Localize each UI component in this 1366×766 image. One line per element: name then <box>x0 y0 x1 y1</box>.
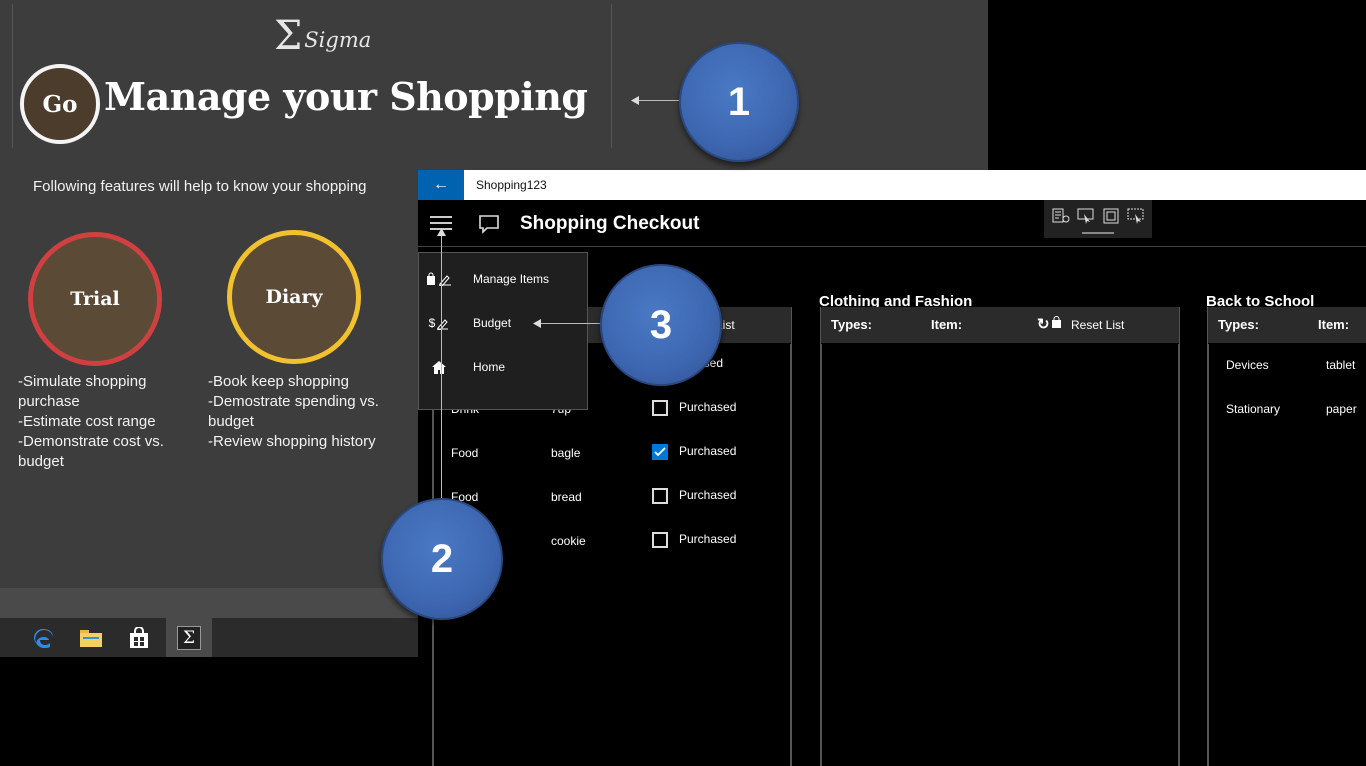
file-explorer-icon[interactable] <box>68 618 114 657</box>
dollar-glyph: $ <box>428 316 436 330</box>
menu-label: Budget <box>473 316 512 330</box>
manage-items-icon <box>419 272 459 286</box>
diary-button[interactable]: Diary <box>227 230 361 364</box>
check-icon <box>654 447 666 457</box>
row-item: cookie <box>551 534 586 548</box>
features-intro: Following features will help to know you… <box>33 178 367 195</box>
sigma-symbol: Σ <box>274 13 303 59</box>
edge-icon[interactable] <box>20 618 66 657</box>
menu-item-home[interactable]: Home <box>419 347 587 387</box>
callout-arrow-line <box>538 323 602 324</box>
arrow-head-icon <box>631 96 639 105</box>
live-tree-icon[interactable] <box>1052 208 1070 224</box>
toolbar-grip[interactable] <box>1082 232 1114 234</box>
refresh-icon[interactable]: ↻ <box>1037 315 1050 333</box>
display-adorners-icon[interactable] <box>1102 208 1120 224</box>
menu-label: Home <box>473 360 506 374</box>
diary-feature: -Demostrate spending vs. budget <box>208 393 379 430</box>
trial-feature: -Simulate shopping purchase <box>18 373 147 410</box>
callout-arrow-line <box>634 100 680 101</box>
window-bottom-strip <box>0 588 418 618</box>
header-divider <box>418 246 1366 247</box>
types-label: Types: <box>831 317 872 332</box>
diary-feature: -Review shopping history <box>208 433 376 450</box>
row-item: bagle <box>551 446 581 460</box>
page-title: Shopping Checkout <box>520 213 700 234</box>
chat-icon[interactable] <box>478 213 500 240</box>
purchased-checkbox[interactable] <box>652 532 668 548</box>
shopping-bag-icon <box>1052 316 1061 328</box>
nav-flyout-menu: Manage Items $ Budget Home <box>418 252 588 410</box>
budget-icon: $ <box>419 316 459 330</box>
clothing-panel: Types: Item: ↻ Reset List <box>820 307 1180 766</box>
purchased-label: Purchased <box>679 444 737 458</box>
trial-feature: -Demonstrate cost vs. budget <box>18 433 164 470</box>
purchased-checkbox[interactable] <box>652 488 668 504</box>
callout-3: 3 <box>600 264 722 386</box>
purchased-label: Purchased <box>679 488 737 502</box>
types-label: Types: <box>1218 317 1259 332</box>
purchased-label: Purchased <box>679 400 737 414</box>
item-label: Item: <box>931 317 963 332</box>
store-icon[interactable] <box>116 618 162 657</box>
callout-2: 2 <box>381 498 503 620</box>
menu-item-manage-items[interactable]: Manage Items <box>419 259 587 299</box>
window-title: Shopping123 <box>476 178 547 192</box>
row-item: paper <box>1326 402 1357 416</box>
school-panel: Types: Item: Devices tablet Stationary p… <box>1207 307 1366 766</box>
shopping-app-window: ← Shopping123 Shopping Checkout 2-18 Lis… <box>418 170 1366 766</box>
diary-feature-list: -Book keep shopping -Demostrate spending… <box>208 372 408 452</box>
trial-button[interactable]: Trial <box>28 232 162 366</box>
title-bar <box>418 170 1366 200</box>
sigma-app-icon[interactable]: Σ <box>166 618 212 657</box>
clothing-panel-header: Types: Item: ↻ Reset List <box>821 307 1179 343</box>
arrow-head-icon <box>437 228 446 236</box>
purchased-checkbox-checked[interactable] <box>652 444 668 460</box>
sigma-logo: Σ Sigma <box>274 12 371 56</box>
reset-list-button[interactable]: Reset List <box>1071 318 1124 332</box>
menu-label: Manage Items <box>473 272 550 286</box>
sigma-wordmark: Sigma <box>304 28 372 52</box>
trial-feature-list: -Simulate shopping purchase -Estimate co… <box>18 372 193 472</box>
purchased-checkbox[interactable] <box>652 400 668 416</box>
main-headline: Manage your Shopping <box>104 74 588 119</box>
purchased-label: Purchased <box>679 532 737 546</box>
callout-arrow-line <box>441 232 442 500</box>
trial-feature: -Estimate cost range <box>18 413 156 430</box>
diary-feature: -Book keep shopping <box>208 373 349 390</box>
track-focus-icon[interactable] <box>1127 208 1145 224</box>
arrow-head-icon <box>533 319 541 328</box>
row-type: Stationary <box>1226 402 1281 416</box>
row-type: Food <box>451 446 479 460</box>
item-label: Item: <box>1318 317 1350 332</box>
back-button[interactable]: ← <box>418 170 464 200</box>
row-type: Devices <box>1226 358 1269 372</box>
select-element-icon[interactable] <box>1077 208 1095 224</box>
school-panel-header: Types: Item: <box>1208 307 1366 343</box>
sigma-glyph: Σ <box>177 625 201 650</box>
row-item: tablet <box>1326 358 1356 372</box>
clothing-panel-body <box>821 344 1179 766</box>
callout-1: 1 <box>679 42 799 162</box>
home-icon <box>419 360 459 375</box>
row-item: bread <box>551 490 582 504</box>
go-button[interactable]: Go <box>20 64 100 144</box>
